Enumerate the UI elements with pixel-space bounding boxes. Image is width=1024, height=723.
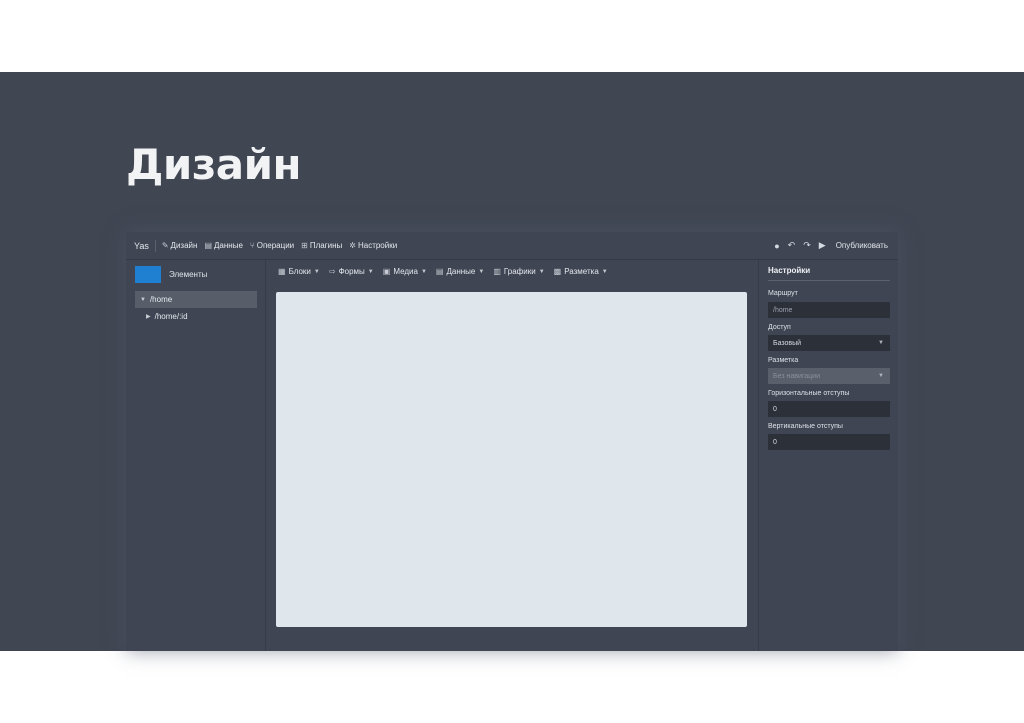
nav-item-label: Настройки (357, 241, 398, 250)
caret-down-icon[interactable]: ▼ (140, 297, 146, 303)
chevron-down-icon: ▼ (538, 268, 545, 275)
database-icon: ▤ (435, 267, 444, 276)
toolbar-label: Медиа (393, 267, 418, 276)
toolbar-label: Разметка (564, 267, 599, 276)
tree-item-home[interactable]: ▼ /home (135, 291, 257, 308)
nav-item-label: Операции (256, 241, 295, 250)
app-logo: Yas (134, 240, 149, 251)
layout-value: Без навигации (773, 372, 820, 380)
layout-label: Разметка (768, 357, 799, 364)
chart-icon: ▥ (493, 267, 501, 276)
chevron-down-icon: ▼ (878, 340, 884, 346)
chevron-down-icon: ▼ (601, 268, 608, 275)
toolbar-layout[interactable]: ▩ Разметка ▼ (554, 267, 608, 276)
layout-select[interactable]: Без навигации ▼ (768, 368, 890, 384)
elements-swatch[interactable] (135, 266, 161, 283)
app-window: Yas ✎ Дизайн ▤ Данные ⑂ Операции ⊞ Плаги… (126, 232, 898, 651)
access-select[interactable]: Базовый ▼ (768, 335, 890, 351)
chevron-down-icon: ▼ (313, 268, 320, 275)
blocks-icon: ▦ (278, 267, 286, 276)
slide: Дизайн Yas ✎ Дизайн ▤ Данные ⑂ Операции … (0, 72, 1024, 651)
nav-item-design[interactable]: ✎ Дизайн (162, 241, 198, 250)
layout-icon: ▩ (553, 267, 562, 276)
nav-item-plugins[interactable]: ⊞ Плагины (301, 241, 342, 250)
gear-icon: ✲ (349, 241, 356, 250)
plugin-icon: ⊞ (301, 241, 308, 250)
chevron-down-icon: ▼ (420, 268, 427, 275)
tree-item-label: /home/:id (154, 312, 188, 321)
image-icon: ▣ (382, 267, 391, 276)
redo-icon[interactable]: ↷ (803, 240, 811, 251)
h-padding-input[interactable]: 0 (768, 401, 890, 417)
v-padding-value: 0 (773, 438, 777, 446)
toolbar-label: Графики (503, 267, 536, 276)
toolbar-label: Данные (446, 267, 476, 276)
user-icon[interactable]: ● (774, 241, 779, 251)
toolbar-charts[interactable]: ▥ Графики ▼ (493, 267, 544, 276)
elements-header: Элементы (135, 266, 207, 283)
elements-title: Элементы (169, 270, 208, 279)
nav-item-label: Плагины (309, 241, 343, 250)
undo-icon[interactable]: ↶ (788, 240, 796, 251)
access-value: Базовый (773, 339, 802, 347)
h-padding-label: Горизонтальные отступы (768, 390, 850, 397)
chevron-down-icon: ▼ (367, 268, 374, 275)
branch-icon: ⑂ (249, 241, 255, 250)
chevron-down-icon: ▼ (878, 373, 884, 379)
toolbar-blocks[interactable]: ▦ Блоки ▼ (278, 267, 320, 276)
play-icon[interactable]: ▶ (819, 240, 826, 251)
design-icon: ✎ (161, 241, 169, 250)
route-input[interactable]: /home (768, 302, 890, 318)
chevron-down-icon: ▼ (478, 268, 485, 275)
design-canvas[interactable] (276, 292, 747, 627)
component-toolbar: ▦ Блоки ▼ ⇨ Формы ▼ ▣ Медиа ▼ ▤ Данные ▼… (278, 267, 617, 276)
settings-title: Настройки (768, 266, 890, 281)
toolbar-forms[interactable]: ⇨ Формы ▼ (329, 267, 374, 276)
divider (154, 239, 156, 252)
database-icon: ▤ (204, 241, 212, 250)
elements-panel: Элементы ▼ /home ▶ /home/:id (126, 260, 266, 651)
tree-item-label: /home (149, 295, 173, 304)
tree-item-home-id[interactable]: ▶ /home/:id (135, 308, 263, 325)
toolbar-label: Блоки (288, 267, 311, 276)
form-icon: ⇨ (328, 267, 336, 276)
v-padding-label: Вертикальные отступы (768, 423, 843, 430)
nav-item-operations[interactable]: ⑂ Операции (250, 241, 294, 250)
top-actions: ● ↶ ↷ ▶ Опубликовать (766, 240, 898, 251)
top-bar: Yas ✎ Дизайн ▤ Данные ⑂ Операции ⊞ Плаги… (126, 232, 898, 260)
toolbar-label: Формы (338, 267, 365, 276)
nav-item-label: Данные (214, 241, 243, 250)
access-label: Доступ (768, 324, 791, 331)
toolbar-data[interactable]: ▤ Данные ▼ (436, 267, 484, 276)
nav-item-data[interactable]: ▤ Данные (204, 241, 242, 250)
v-padding-input[interactable]: 0 (768, 434, 890, 450)
nav-item-label: Дизайн (170, 241, 198, 250)
caret-right-icon[interactable]: ▶ (146, 313, 151, 320)
route-placeholder: /home (773, 306, 793, 314)
settings-panel: Настройки Маршрут /home Доступ Базовый ▼… (758, 260, 899, 651)
slide-title: Дизайн (126, 140, 302, 189)
publish-button[interactable]: Опубликовать (836, 241, 888, 250)
h-padding-value: 0 (773, 405, 777, 413)
route-label: Маршрут (768, 290, 798, 297)
toolbar-media[interactable]: ▣ Медиа ▼ (383, 267, 427, 276)
design-area: ▦ Блоки ▼ ⇨ Формы ▼ ▣ Медиа ▼ ▤ Данные ▼… (266, 260, 758, 651)
nav-item-settings[interactable]: ✲ Настройки (349, 241, 397, 250)
